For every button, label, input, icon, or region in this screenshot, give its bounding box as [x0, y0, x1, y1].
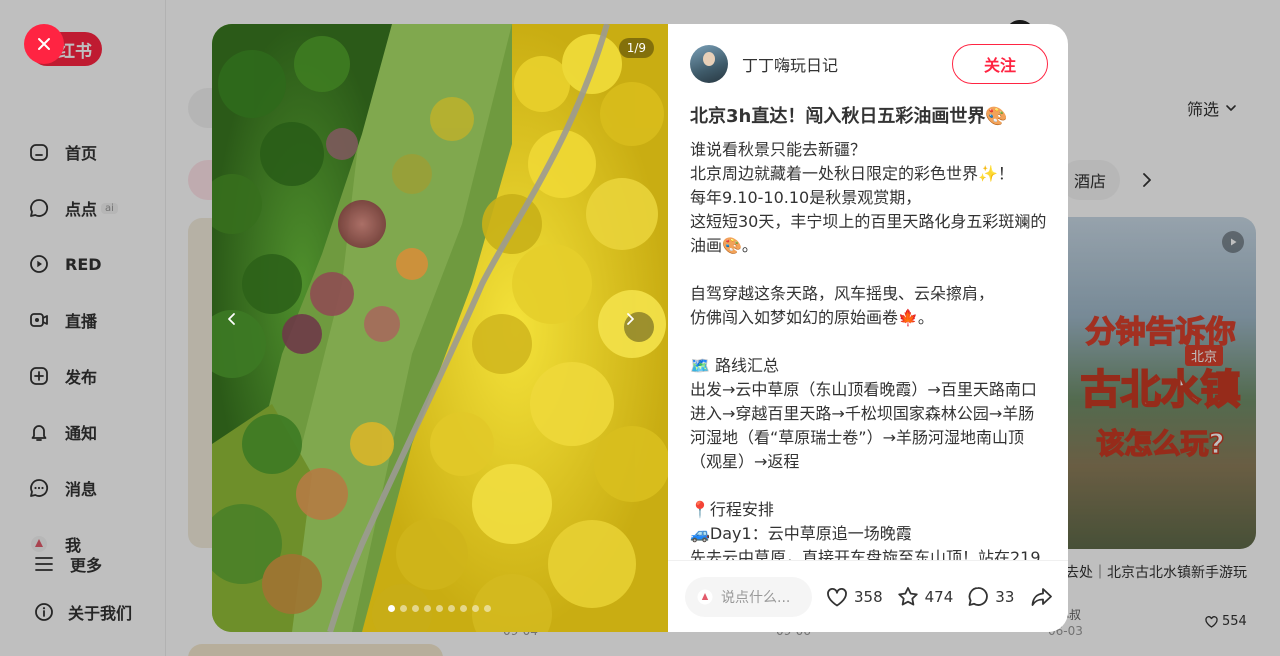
- comment-placeholder: 说点什么...: [721, 589, 791, 606]
- carousel-dot[interactable]: [436, 605, 443, 612]
- carousel-dot[interactable]: [412, 605, 419, 612]
- note-title: 北京3h直达！闯入秋日五彩油画世界🎨: [690, 106, 1008, 127]
- comment-count: 33: [995, 587, 1015, 606]
- carousel-dot[interactable]: [448, 605, 455, 612]
- comment-icon: [967, 586, 995, 607]
- note-side-panel: 丁丁嗨玩日记 关注 北京3h直达！闯入秋日五彩油画世界🎨 谁说看秋景只能去新疆？…: [668, 24, 1068, 632]
- note-body: 谁说看秋景只能去新疆？ 北京周边就藏着一处秋日限定的彩色世界✨！ 每年9.10-…: [690, 140, 1047, 560]
- carousel-dot[interactable]: [472, 605, 479, 612]
- like-count: 358: [854, 587, 883, 606]
- comment-input[interactable]: 说点什么...: [685, 576, 812, 617]
- prev-image-button[interactable]: [226, 312, 256, 342]
- author-avatar[interactable]: [690, 45, 728, 83]
- heart-icon: [826, 587, 854, 607]
- next-image-button[interactable]: [624, 312, 654, 342]
- note-detail-modal: 1/9 丁丁嗨玩日记 关注 北京3h直达！闯入秋日五彩油画世界🎨 谁说看秋景只能…: [212, 24, 1068, 632]
- close-icon: [36, 36, 52, 52]
- collect-count: 474: [924, 587, 954, 606]
- like-button[interactable]: 358: [826, 587, 883, 607]
- star-icon: [897, 586, 925, 607]
- carousel-dot[interactable]: [388, 605, 395, 612]
- follow-button[interactable]: 关注: [952, 44, 1048, 84]
- carousel-dots: [388, 605, 491, 612]
- author-name[interactable]: 丁丁嗨玩日记: [742, 52, 838, 76]
- collect-button[interactable]: 474: [897, 586, 954, 607]
- carousel-dot[interactable]: [484, 605, 491, 612]
- user-avatar-icon: [697, 589, 713, 605]
- share-icon: [1030, 586, 1054, 608]
- close-button[interactable]: [24, 24, 64, 64]
- note-content[interactable]: 北京3h直达！闯入秋日五彩油画世界🎨 谁说看秋景只能去新疆？ 北京周边就藏着一处…: [690, 104, 1050, 560]
- note-image: [212, 24, 668, 632]
- image-counter: 1/9: [618, 38, 654, 58]
- note-image-carousel[interactable]: 1/9: [212, 24, 668, 632]
- carousel-dot[interactable]: [424, 605, 431, 612]
- carousel-dot[interactable]: [400, 605, 407, 612]
- comment-button[interactable]: 33: [967, 586, 1014, 607]
- author-bar: 丁丁嗨玩日记 关注: [690, 44, 1048, 84]
- engagement-bar: 说点什么... 358 474 33: [668, 560, 1068, 632]
- carousel-dot[interactable]: [460, 605, 467, 612]
- share-button[interactable]: [1030, 586, 1054, 608]
